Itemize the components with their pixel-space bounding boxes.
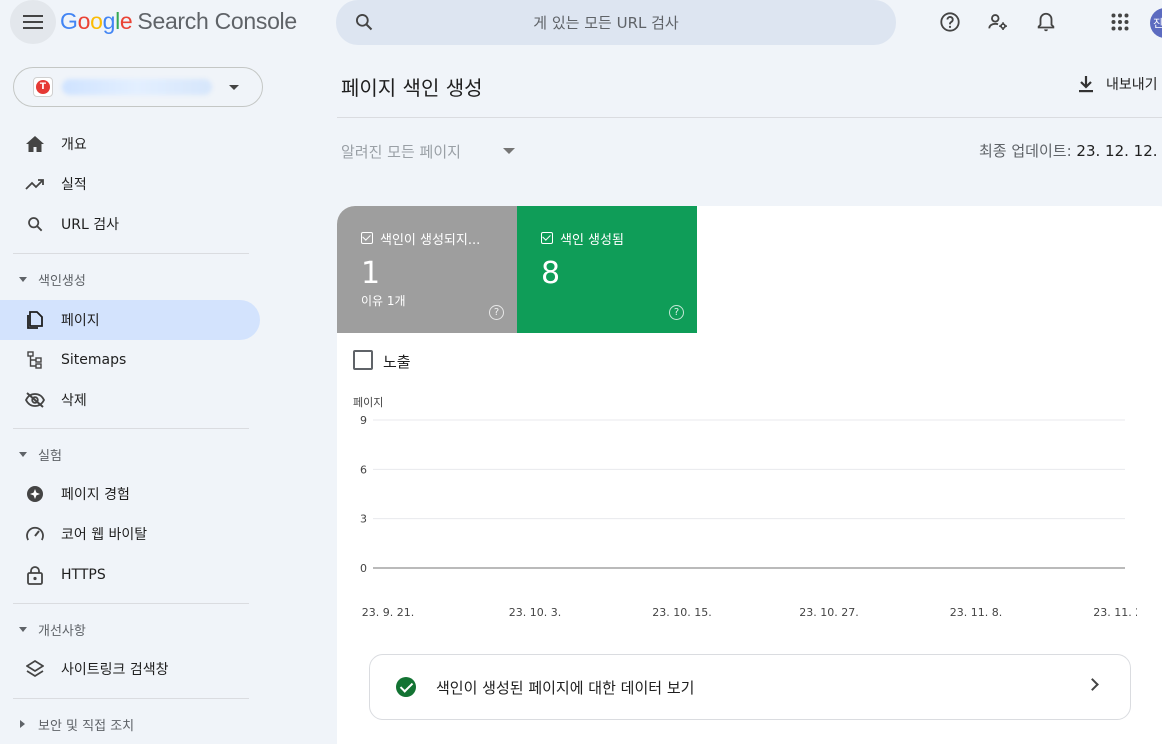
- sidebar-item-core-web-vitals[interactable]: 코어 웹 바이탈: [0, 514, 260, 554]
- sidebar-section-security[interactable]: 보안 및 직접 조치: [0, 709, 260, 739]
- apps-button[interactable]: [1108, 10, 1132, 34]
- account-avatar[interactable]: 진: [1150, 8, 1162, 38]
- manage-accounts-icon: [988, 14, 1007, 30]
- sidebar-item-url-inspection[interactable]: URL 검사: [0, 204, 260, 244]
- speed-icon: [25, 524, 45, 544]
- x-tick-label: 23. 11. 20.: [1093, 606, 1137, 619]
- y-tick-label: 3: [360, 513, 367, 526]
- sidebar-section-experiments[interactable]: 실험: [0, 439, 260, 469]
- help-circle-icon[interactable]: ?: [489, 305, 504, 320]
- sidebar-section-enhancements[interactable]: 개선사항: [0, 614, 260, 644]
- collapse-arrow-icon: [20, 720, 25, 728]
- search-icon[interactable]: [354, 12, 374, 32]
- menu-icon: [23, 15, 43, 29]
- chevron-right-icon: [1086, 678, 1099, 691]
- header-divider: [337, 117, 1162, 118]
- pages-icon: [25, 310, 45, 330]
- last-updated: 최종 업데이트: 23. 12. 12.: [979, 142, 1158, 160]
- page-title: 페이지 색인 생성: [341, 76, 483, 100]
- download-icon: [1079, 76, 1093, 93]
- sidebar-item-overview[interactable]: 개요: [0, 124, 260, 164]
- y-tick-label: 6: [360, 463, 367, 476]
- y-tick-label: 0: [360, 562, 367, 575]
- apps-grid-icon: [1111, 13, 1129, 31]
- sidebar-divider: [13, 603, 249, 604]
- sidebar-divider: [13, 253, 249, 254]
- chevron-down-icon: [229, 85, 239, 90]
- tile-not-indexed[interactable]: 색인이 생성되지... 1 이유 1개 ?: [337, 206, 517, 333]
- search-icon: [25, 214, 45, 234]
- main-menu-button[interactable]: [10, 0, 56, 44]
- impressions-label: 노출: [383, 353, 411, 371]
- sidebar-item-sitemaps[interactable]: Sitemaps: [0, 340, 260, 380]
- export-button[interactable]: 내보내기: [1078, 74, 1158, 94]
- sidebar-divider: [13, 698, 249, 699]
- x-tick-label: 23. 10. 3.: [509, 606, 561, 619]
- sidebar-divider: [13, 428, 249, 429]
- indexing-chart: 페이지 0 3 6 9 23. 9. 21. 23. 10. 3. 23. 10. 15. 23…: [353, 396, 1137, 619]
- page-filter-dropdown[interactable]: 알려진 모든 페이지: [341, 141, 461, 162]
- lock-icon: [25, 565, 45, 585]
- sidebar-section-indexing[interactable]: 색인생성: [0, 264, 260, 294]
- sitemap-icon: [25, 350, 45, 370]
- expand-arrow-icon: [19, 276, 27, 282]
- x-tick-label: 23. 11. 8.: [950, 606, 1002, 619]
- sidebar-item-performance[interactable]: 실적: [0, 164, 260, 204]
- property-favicon: T: [33, 77, 53, 97]
- sidebar-item-sitelinks-searchbox[interactable]: 사이트링크 검색창: [0, 649, 260, 689]
- expand-arrow-icon: [19, 626, 27, 632]
- property-selector[interactable]: T: [13, 67, 263, 107]
- product-logo[interactable]: Google Search Console: [60, 8, 297, 35]
- help-icon: [940, 12, 960, 32]
- indexing-report-card: 색인이 생성되지... 1 이유 1개 ? 색인 생성됨 8 ? 노출 페이지 0…: [337, 206, 1162, 744]
- top-bar: GoogleSearch Console 진: [0, 0, 1162, 46]
- chevron-down-icon[interactable]: [503, 148, 515, 154]
- check-circle-icon: [396, 677, 416, 697]
- visibility-off-icon: [25, 390, 45, 410]
- help-circle-icon[interactable]: ?: [669, 305, 684, 320]
- property-favicon-logo-icon: T: [36, 80, 50, 94]
- sidebar-item-removals[interactable]: 삭제: [0, 380, 260, 420]
- experience-icon: [25, 484, 45, 504]
- x-tick-label: 23. 9. 21.: [362, 606, 414, 619]
- notifications-button[interactable]: [1034, 10, 1058, 34]
- y-tick-label: 9: [360, 414, 367, 427]
- expand-arrow-icon: [19, 451, 27, 457]
- impressions-checkbox[interactable]: [353, 350, 373, 370]
- view-indexed-pages-row[interactable]: 색인이 생성된 페이지에 대한 데이터 보기: [369, 654, 1131, 720]
- x-tick-label: 23. 10. 27.: [799, 606, 858, 619]
- layers-icon: [25, 659, 45, 679]
- checkbox-checked-icon: [541, 232, 553, 244]
- checkbox-checked-icon: [361, 232, 373, 244]
- help-button[interactable]: [938, 10, 962, 34]
- tile-indexed[interactable]: 색인 생성됨 8 ?: [517, 206, 697, 333]
- bell-icon: [1037, 12, 1055, 32]
- home-icon: [25, 134, 45, 154]
- trending-up-icon: [25, 174, 45, 194]
- user-settings-button[interactable]: [986, 10, 1010, 34]
- search-input[interactable]: [336, 13, 896, 32]
- url-inspection-search: [336, 0, 896, 45]
- property-name-redacted: [62, 79, 212, 95]
- sidebar-item-https[interactable]: HTTPS: [0, 555, 260, 595]
- sidebar-item-page-experience[interactable]: 페이지 경험: [0, 474, 260, 514]
- y-axis-label: 페이지: [353, 396, 383, 409]
- sidebar-item-pages[interactable]: 페이지: [0, 300, 260, 340]
- x-tick-label: 23. 10. 15.: [652, 606, 711, 619]
